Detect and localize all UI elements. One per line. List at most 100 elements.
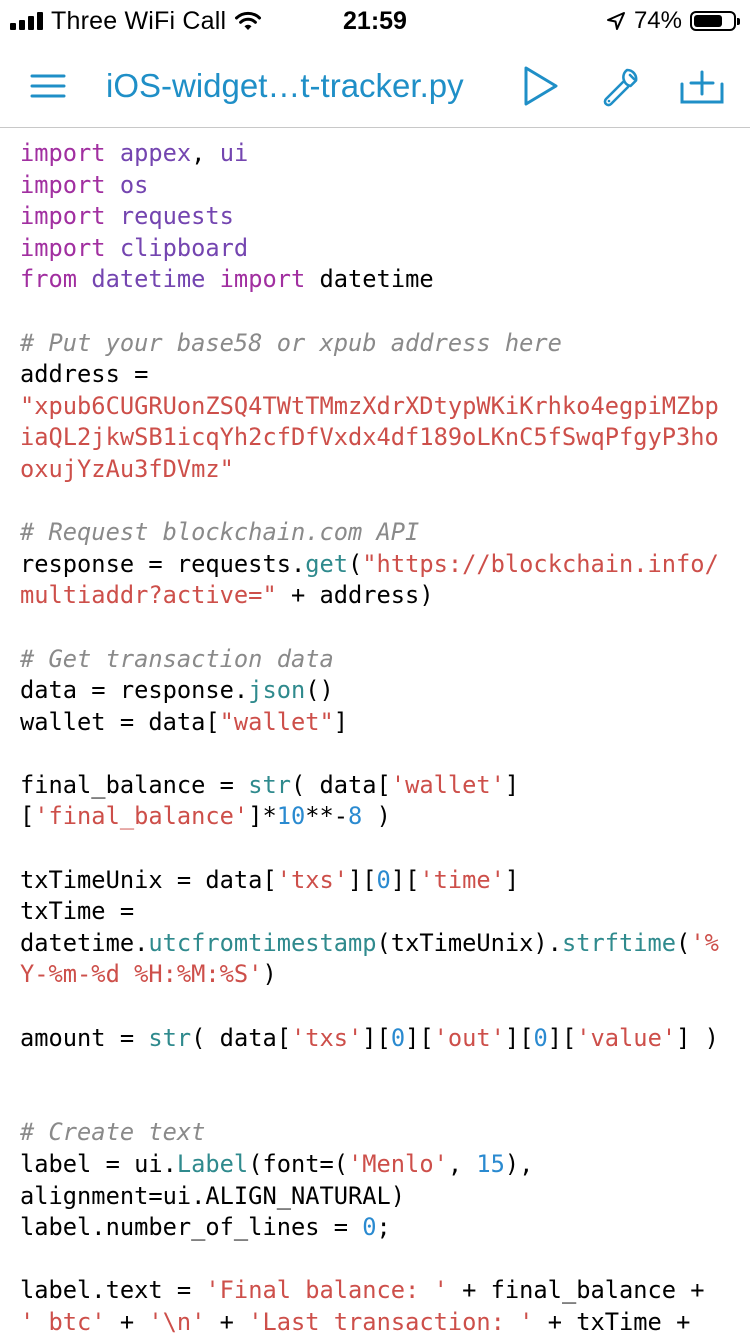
code-token: , xyxy=(447,1150,477,1178)
code-token: txTime = xyxy=(20,897,135,926)
code-token: ) xyxy=(362,802,391,831)
battery-icon xyxy=(690,11,740,31)
code-token: multiaddr?active=" xyxy=(20,581,277,610)
code-token: 0 xyxy=(390,1023,406,1052)
code-token: 0 xyxy=(533,1023,548,1052)
code-token: from xyxy=(20,265,78,294)
code-token: iaQL2jkwSB1icqYh2cfDfVxdx4df189oLKnC5fSw… xyxy=(20,423,719,452)
code-token: 'txs' xyxy=(276,865,349,894)
code-token: appex xyxy=(119,139,192,167)
wrench-icon xyxy=(603,68,638,107)
code-token: import xyxy=(20,170,106,199)
code-token: 'Final balance: ' xyxy=(205,1276,448,1305)
code-token: label.text = xyxy=(20,1276,206,1305)
code-token: # Request blockchain.com API xyxy=(20,518,420,547)
code-token: import xyxy=(20,139,106,167)
code-token: # Put your base58 or xpub address here xyxy=(20,328,562,357)
code-token: ( xyxy=(676,928,691,957)
add-icon xyxy=(680,70,724,104)
code-line: from datetime import datetime xyxy=(20,264,750,296)
code-line: ' btc' + '\n' + 'Last transaction: ' + t… xyxy=(20,1307,750,1334)
code-token: ] xyxy=(333,707,349,736)
code-line: label.number_of_lines = 0; xyxy=(20,1212,750,1244)
nav-bar: iOS-widget…t-tracker.py xyxy=(0,40,750,128)
code-token: ( data[ xyxy=(290,770,391,799)
code-token: datetime. xyxy=(20,928,149,957)
code-line: Y-%m-%d %H:%M:%S') xyxy=(20,959,750,991)
code-token: ( xyxy=(348,549,363,578)
code-token: utcfromtimestamp xyxy=(148,928,377,957)
code-token: 10 xyxy=(276,802,306,831)
code-text[interactable]: import appex, ui import os import requests… xyxy=(0,129,750,1334)
code-token: 8 xyxy=(348,802,363,831)
menu-icon xyxy=(30,74,66,98)
play-icon xyxy=(524,66,558,106)
settings-button[interactable] xyxy=(600,64,644,108)
code-token: ' btc' xyxy=(20,1307,106,1334)
code-token: 'Last transaction: ' xyxy=(248,1307,534,1334)
code-token: , xyxy=(191,139,220,167)
file-title[interactable]: iOS-widget…t-tracker.py xyxy=(106,64,464,108)
code-token: 'txs' xyxy=(290,1023,363,1052)
code-token: 0 xyxy=(362,1213,377,1242)
code-token: ) xyxy=(262,960,277,989)
code-token: ][ xyxy=(547,1023,577,1052)
code-token: str xyxy=(148,1023,192,1052)
code-token: # Get transaction data xyxy=(20,644,334,673)
add-button[interactable] xyxy=(678,64,724,108)
code-token: alignment=ui.ALIGN_NATURAL) xyxy=(20,1181,406,1210)
battery-percent: 74% xyxy=(633,7,682,34)
code-token: import xyxy=(20,233,106,262)
menu-button[interactable] xyxy=(26,64,70,108)
code-token: + address) xyxy=(276,581,434,610)
code-token: '\n' xyxy=(148,1307,206,1334)
code-token: address = xyxy=(20,360,149,389)
code-token: [ xyxy=(20,802,35,831)
code-token: os xyxy=(119,170,149,199)
code-token: 'Menlo' xyxy=(348,1150,448,1178)
code-line: # Request blockchain.com API xyxy=(20,517,750,549)
code-token: final_balance = xyxy=(20,770,249,799)
code-token: get xyxy=(305,549,349,578)
code-line: alignment=ui.ALIGN_NATURAL) xyxy=(20,1181,750,1213)
code-token: amount = xyxy=(20,1023,149,1052)
code-token: ][ xyxy=(362,1023,391,1052)
code-line: import os xyxy=(20,170,750,202)
run-button[interactable] xyxy=(518,64,562,108)
code-token: + final_balance + xyxy=(447,1276,705,1305)
code-token: oxujYzAu3fDVmz" xyxy=(20,454,234,483)
battery-level xyxy=(694,15,723,27)
code-token: ]* xyxy=(248,802,277,831)
code-line: import requests xyxy=(20,201,750,233)
code-token: label = ui. xyxy=(20,1150,177,1178)
code-token: 15 xyxy=(476,1150,505,1178)
code-token: import xyxy=(219,265,306,294)
code-line: final_balance = str( data['wallet'] xyxy=(20,770,750,802)
code-token: ][ xyxy=(504,1023,534,1052)
code-token: datetime xyxy=(305,265,434,294)
code-token: datetime xyxy=(91,265,206,294)
code-token: ][ xyxy=(405,1023,434,1052)
code-token: Y-%m-%d %H:%M:%S' xyxy=(20,960,263,989)
code-token: data = response. xyxy=(20,676,249,705)
code-line: import appex, ui xyxy=(20,138,750,170)
code-token: wallet = data[ xyxy=(20,707,220,736)
code-token: 'final_balance' xyxy=(34,802,249,831)
code-editor[interactable]: import appex, ui import os import requests… xyxy=(0,129,750,1334)
code-line: # Create text xyxy=(20,1117,750,1149)
code-token: json xyxy=(248,676,306,705)
code-line: response = requests.get("https://blockch… xyxy=(20,549,750,581)
code-token: "xpub6CUGRUonZSQ4TWtTMmzXdrXDtypWKiKrhko… xyxy=(20,391,719,420)
code-token: 'time' xyxy=(419,865,505,894)
code-token: label.number_of_lines = xyxy=(20,1213,363,1242)
